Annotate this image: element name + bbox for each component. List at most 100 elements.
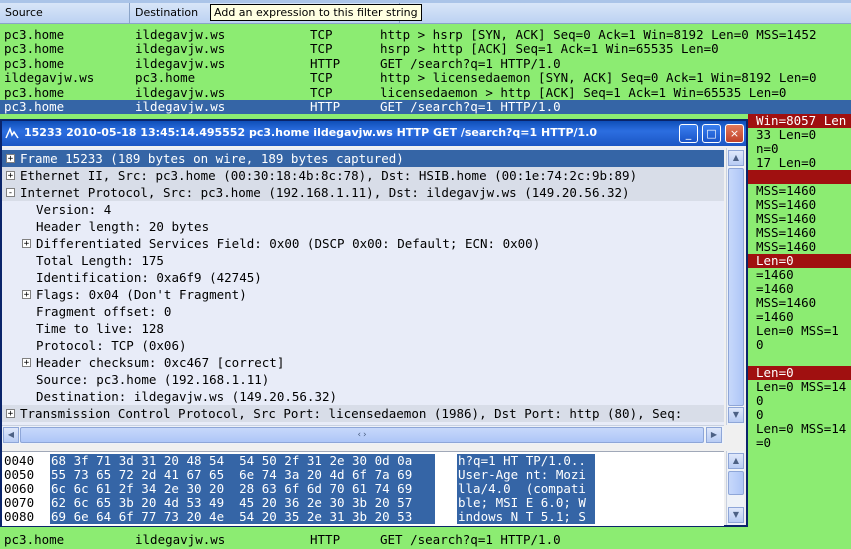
scroll-down-icon[interactable]: ▼ [728, 407, 744, 423]
obscured-packet-row[interactable]: =1460 [748, 268, 851, 282]
packet-row[interactable]: pc3.home ildegavjw.ws TCP http > hsrp [SYN,… [0, 28, 851, 42]
obscured-packet-row[interactable]: 0 [748, 408, 851, 422]
obscured-packet-row[interactable]: MSS=1460 [748, 184, 851, 198]
hex-ascii[interactable]: lla/4.0 (compati [457, 482, 595, 496]
obscured-packet-row[interactable]: n=0 [748, 142, 851, 156]
tree-node[interactable]: Source: pc3.home (192.168.1.11) [2, 371, 724, 388]
plus-box-icon[interactable]: + [6, 171, 15, 181]
obscured-packet-row[interactable]: 0 [748, 338, 851, 352]
packet-row[interactable]: pc3.home ildegavjw.ws TCP licensedaemon > h… [0, 85, 851, 100]
scroll-down-icon[interactable]: ▼ [728, 507, 744, 523]
obscured-packet-row[interactable]: 0 [748, 394, 851, 408]
tree-scroll-thumb[interactable] [728, 168, 744, 406]
hex-row[interactable]: 0080 69 6e 64 6f 77 73 20 4e 54 20 35 2e … [2, 510, 724, 524]
hex-row[interactable]: 0060 6c 6c 61 2f 34 2e 30 20 28 63 6f 6d … [2, 482, 724, 496]
hex-dump-pane: 0040 68 3f 71 3d 31 20 48 54 54 50 2f 31 … [2, 451, 724, 526]
column-header-protocol[interactable]: o [390, 3, 851, 23]
packet-info-fragment: Len=0 MSS=14 [756, 380, 847, 394]
hex-bytes[interactable]: 6c 6c 61 2f 34 2e 30 20 28 63 6f 6d 70 6… [50, 482, 435, 496]
plus-box-icon[interactable]: + [6, 154, 15, 164]
obscured-packet-row[interactable]: 17 Len=0 [748, 156, 851, 170]
obscured-packet-row[interactable]: MSS=1460 [748, 212, 851, 226]
hex-bytes[interactable]: 68 3f 71 3d 31 20 48 54 54 50 2f 31 2e 3… [50, 454, 435, 468]
obscured-packet-row[interactable]: =1460 [748, 282, 851, 296]
window-titlebar[interactable]: 15233 2010-05-18 13:45:14.495552 pc3.hom… [2, 121, 746, 146]
obscured-packet-row[interactable]: Win=8057 Len [748, 114, 851, 128]
packet-source: pc3.home [4, 100, 65, 114]
packet-row[interactable]: pc3.home ildegavjw.ws HTTP GET /search?q=1 … [0, 56, 851, 71]
close-button[interactable]: × [725, 124, 744, 143]
tree-node[interactable]: Identification: 0xa6f9 (42745) [2, 269, 724, 286]
obscured-packet-row[interactable]: MSS=1460 [748, 296, 851, 310]
packet-info-fragment: MSS=1460 [756, 240, 817, 254]
tree-node[interactable]: Version: 4 [2, 201, 724, 218]
scroll-up-icon[interactable]: ▲ [728, 453, 744, 469]
scroll-left-icon[interactable]: ◀ [3, 427, 19, 443]
column-header-source[interactable]: Source [0, 3, 130, 23]
obscured-packet-row[interactable] [748, 352, 851, 366]
tree-node[interactable]: - Internet Protocol, Src: pc3.home (192.1… [2, 184, 724, 201]
packet-destination: ildegavjw.ws [135, 100, 226, 114]
packet-info-fragment: n=0 [756, 142, 779, 156]
plus-box-icon[interactable]: + [22, 290, 31, 300]
obscured-packet-row[interactable]: Len=0 [748, 366, 851, 380]
minus-box-icon[interactable]: - [6, 188, 15, 198]
plus-box-icon[interactable]: + [22, 239, 31, 249]
hex-ascii[interactable]: User-Age nt: Mozi [457, 468, 595, 482]
packet-info-fragment: 0 [756, 338, 764, 352]
hex-bytes[interactable]: 55 73 65 72 2d 41 67 65 6e 74 3a 20 4d 6… [50, 468, 435, 482]
hex-scroll-thumb[interactable] [728, 471, 744, 495]
hex-bytes[interactable]: 62 6c 65 3b 20 4d 53 49 45 20 36 2e 30 3… [50, 496, 435, 510]
obscured-packet-row[interactable]: Len=0 MSS=14 [748, 422, 851, 436]
packet-row[interactable]: pc3.home ildegavjw.ws TCP hsrp > http [ACK]… [0, 42, 851, 57]
hex-ascii[interactable]: ble; MSI E 6.0; W [457, 496, 595, 510]
tree-node[interactable]: + Frame 15233 (189 bytes on wire, 189 byt… [2, 150, 724, 167]
obscured-packet-row[interactable]: MSS=1460 [748, 240, 851, 254]
hex-row[interactable]: 0070 62 6c 65 3b 20 4d 53 49 45 20 36 2e … [2, 496, 724, 510]
plus-box-icon[interactable]: + [6, 409, 15, 419]
tree-node[interactable]: + Flags: 0x04 (Don't Fragment) [2, 286, 724, 303]
horizontal-scroll-thumb[interactable]: ‹› [20, 427, 704, 443]
tree-node[interactable]: Time to live: 128 [2, 320, 724, 337]
obscured-packet-row[interactable] [748, 170, 851, 184]
obscured-packet-row[interactable]: Len=0 MSS=14 [748, 380, 851, 394]
tree-node[interactable]: + Ethernet II, Src: pc3.home (00:30:18:4b… [2, 167, 724, 184]
hex-bytes[interactable]: 69 6e 64 6f 77 73 20 4e 54 20 35 2e 31 3… [50, 510, 435, 524]
tree-node[interactable]: Header length: 20 bytes [2, 218, 724, 235]
obscured-packet-row[interactable]: 33 Len=0 [748, 128, 851, 142]
scroll-up-icon[interactable]: ▲ [728, 150, 744, 166]
tree-node-label: Internet Protocol, Src: pc3.home (192.16… [20, 185, 630, 200]
obscured-packet-row[interactable]: =0 [748, 436, 851, 450]
hex-row[interactable]: 0050 55 73 65 72 2d 41 67 65 6e 74 3a 20 … [2, 468, 724, 482]
obscured-packet-row[interactable]: Len=0 MSS=1 [748, 324, 851, 338]
obscured-packet-row[interactable]: =1460 [748, 310, 851, 324]
plus-box-icon[interactable]: + [22, 358, 31, 368]
packet-source: pc3.home [4, 56, 65, 71]
maximize-button[interactable]: □ [702, 124, 721, 143]
tree-node[interactable]: Destination: ildegavjw.ws (149.20.56.32) [2, 388, 724, 405]
tree-node[interactable]: Fragment offset: 0 [2, 303, 724, 320]
scroll-right-icon[interactable]: ▶ [706, 427, 722, 443]
obscured-packet-row[interactable]: Len=0 [748, 254, 851, 268]
tree-node[interactable]: Total Length: 175 [2, 252, 724, 269]
tree-node-label: Source: pc3.home (192.168.1.11) [36, 372, 270, 387]
tree-node[interactable]: + Differentiated Services Field: 0x00 (DS… [2, 235, 724, 252]
hex-vertical-scrollbar[interactable]: ▲ ▼ [726, 451, 744, 525]
tree-node[interactable]: + Transmission Control Protocol, Src Port… [2, 405, 724, 422]
packet-row[interactable]: ildegavjw.ws pc3.home TCP http > licensedae… [0, 71, 851, 86]
hex-row[interactable]: 0040 68 3f 71 3d 31 20 48 54 54 50 2f 31 … [2, 454, 724, 468]
hex-ascii[interactable]: h?q=1 HT TP/1.0.. [457, 454, 595, 468]
tree-node[interactable]: Protocol: TCP (0x06) [2, 337, 724, 354]
tree-node[interactable]: + Header checksum: 0xc467 [correct] [2, 354, 724, 371]
packet-protocol: HTTP [310, 533, 341, 547]
packet-info-fragment: Len=0 MSS=14 [756, 422, 847, 436]
packet-row[interactable]: pc3.home ildegavjw.ws HTTP GET /search?q… [0, 533, 851, 547]
tree-horizontal-scrollbar[interactable]: ◀ ‹› ▶ [2, 425, 724, 444]
tree-vertical-scrollbar[interactable]: ▲ ▼ [726, 148, 744, 425]
packet-row[interactable]: pc3.home ildegavjw.ws HTTP GET /search?q=1 … [0, 100, 851, 114]
packet-info-fragment: MSS=1460 [756, 198, 817, 212]
minimize-button[interactable]: _ [679, 124, 698, 143]
hex-ascii[interactable]: indows N T 5.1; S [457, 510, 595, 524]
obscured-packet-row[interactable]: MSS=1460 [748, 198, 851, 212]
obscured-packet-row[interactable]: MSS=1460 [748, 226, 851, 240]
